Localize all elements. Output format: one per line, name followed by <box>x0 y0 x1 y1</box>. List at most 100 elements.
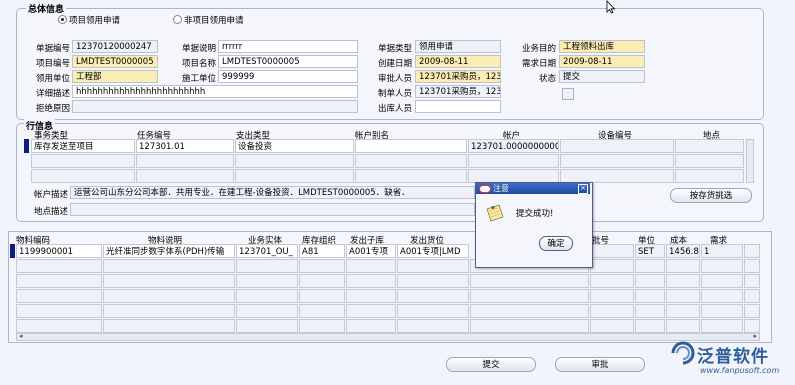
material-cell[interactable] <box>744 304 760 318</box>
material-cell[interactable] <box>590 259 634 273</box>
material-cell[interactable] <box>299 289 345 303</box>
line-row-marker[interactable] <box>24 139 29 153</box>
location-desc-field[interactable] <box>70 203 475 216</box>
line-cell[interactable] <box>560 154 674 168</box>
material-cell-extra[interactable] <box>744 244 760 258</box>
material-cell-code[interactable]: 1199900001 <box>16 244 102 258</box>
material-cell[interactable] <box>590 304 634 318</box>
material-cell[interactable] <box>397 319 469 333</box>
material-cell[interactable] <box>590 274 634 288</box>
material-cell[interactable] <box>666 289 700 303</box>
material-cell-uom[interactable]: SET <box>635 244 665 258</box>
material-cell[interactable] <box>635 259 665 273</box>
radio-non-project[interactable]: 非项目领用申请 <box>173 14 244 26</box>
doc-type-field[interactable]: 领用申请 <box>415 40 501 53</box>
material-cell-org[interactable]: A81 <box>299 244 345 258</box>
material-cell[interactable] <box>397 289 469 303</box>
material-cell[interactable] <box>346 274 396 288</box>
line-cell-task[interactable]: 127301.01 <box>136 139 234 153</box>
dialog-close-icon[interactable]: × <box>578 184 588 194</box>
scroll-right-icon[interactable]: ▸ <box>753 332 757 340</box>
material-cell[interactable] <box>666 259 700 273</box>
material-cell[interactable] <box>103 274 235 288</box>
material-cell[interactable] <box>103 319 235 333</box>
material-cell[interactable] <box>16 259 102 273</box>
submit-button[interactable]: 提交 <box>446 357 536 372</box>
line-cell[interactable] <box>468 154 559 168</box>
material-cell[interactable] <box>701 274 743 288</box>
reject-field[interactable] <box>72 100 358 113</box>
doc-desc-field[interactable]: rrrrrr <box>218 40 358 53</box>
material-cell[interactable] <box>470 274 589 288</box>
material-cell[interactable] <box>103 304 235 318</box>
line-cell[interactable] <box>136 169 234 183</box>
line-cell-alias[interactable] <box>355 139 467 153</box>
material-cell-entity[interactable]: 123701_OU_ <box>236 244 298 258</box>
material-cell[interactable] <box>346 304 396 318</box>
material-cell[interactable] <box>666 319 700 333</box>
approver-field[interactable]: 123701采购员，123 <box>415 70 501 83</box>
material-cell[interactable] <box>16 304 102 318</box>
line-cell[interactable] <box>355 154 467 168</box>
line-cell[interactable] <box>675 154 744 168</box>
material-cell[interactable] <box>236 304 298 318</box>
material-cell[interactable] <box>299 274 345 288</box>
material-cell-cost[interactable]: 1456.85 <box>666 244 700 258</box>
line-cell[interactable] <box>235 169 354 183</box>
maker-field[interactable]: 123701采购员，123 <box>415 85 501 98</box>
radio-project[interactable]: 项目领用申请 <box>58 14 120 26</box>
material-cell-locator[interactable]: A001专项|LMD <box>397 244 469 258</box>
line-cell[interactable] <box>468 169 559 183</box>
material-cell[interactable] <box>590 319 634 333</box>
material-cell-qty[interactable]: 1 <box>701 244 743 258</box>
material-cell-lot[interactable] <box>590 244 634 258</box>
line-cell[interactable] <box>31 169 135 183</box>
material-cell[interactable] <box>701 289 743 303</box>
pick-by-inventory-button[interactable]: 按存货挑选 <box>670 188 752 203</box>
line-cell[interactable] <box>560 169 674 183</box>
material-cell[interactable] <box>744 259 760 273</box>
project-no-field[interactable]: LMDTEST0000005 <box>72 55 158 68</box>
line-scroll-tab[interactable] <box>746 139 754 183</box>
material-cell[interactable] <box>701 319 743 333</box>
material-cell[interactable] <box>397 304 469 318</box>
project-name-field[interactable]: LMDTEST0000005 <box>218 55 358 68</box>
material-cell[interactable] <box>103 289 235 303</box>
doc-no-field[interactable]: 12370120000247 <box>72 40 158 53</box>
material-cell[interactable] <box>470 289 589 303</box>
line-cell-location[interactable] <box>675 139 744 153</box>
material-cell[interactable] <box>236 274 298 288</box>
line-cell-type[interactable]: 库存发送至项目 <box>31 139 135 153</box>
material-cell[interactable] <box>16 319 102 333</box>
line-cell[interactable] <box>675 169 744 183</box>
account-desc-field[interactable]: 运营公司山东分公司本部．共用专业．在建工程-设备投资．LMDTEST000000… <box>70 186 475 199</box>
material-cell-desc[interactable]: 光纤准同步数字体系(PDH)传输 <box>103 244 235 258</box>
status-checkbox[interactable] <box>562 88 574 100</box>
material-cell-subinv[interactable]: A001专项 <box>346 244 396 258</box>
material-cell[interactable] <box>236 319 298 333</box>
detail-field[interactable]: hhhhhhhhhhhhhhhhhhhhhhhh <box>72 85 358 98</box>
material-cell[interactable] <box>635 319 665 333</box>
material-cell[interactable] <box>299 259 345 273</box>
horizontal-scrollbar[interactable]: ◂ ▸ <box>16 332 760 341</box>
constr-field[interactable]: 999999 <box>218 70 358 83</box>
material-cell[interactable] <box>470 304 589 318</box>
material-cell[interactable] <box>236 259 298 273</box>
material-cell[interactable] <box>299 304 345 318</box>
scroll-left-icon[interactable]: ◂ <box>19 332 23 340</box>
material-cell[interactable] <box>397 259 469 273</box>
material-cell[interactable] <box>635 274 665 288</box>
line-cell-expense[interactable]: 设备投资 <box>235 139 354 153</box>
outbound-field[interactable] <box>415 100 501 113</box>
material-cell[interactable] <box>744 289 760 303</box>
material-cell[interactable] <box>635 304 665 318</box>
material-cell[interactable] <box>397 274 469 288</box>
material-cell[interactable] <box>346 319 396 333</box>
material-cell[interactable] <box>236 289 298 303</box>
line-cell-device[interactable] <box>560 139 674 153</box>
material-cell[interactable] <box>346 289 396 303</box>
material-cell[interactable] <box>666 304 700 318</box>
line-cell-account[interactable]: 123701.0000000000 <box>468 139 559 153</box>
line-cell[interactable] <box>136 154 234 168</box>
line-cell[interactable] <box>31 154 135 168</box>
